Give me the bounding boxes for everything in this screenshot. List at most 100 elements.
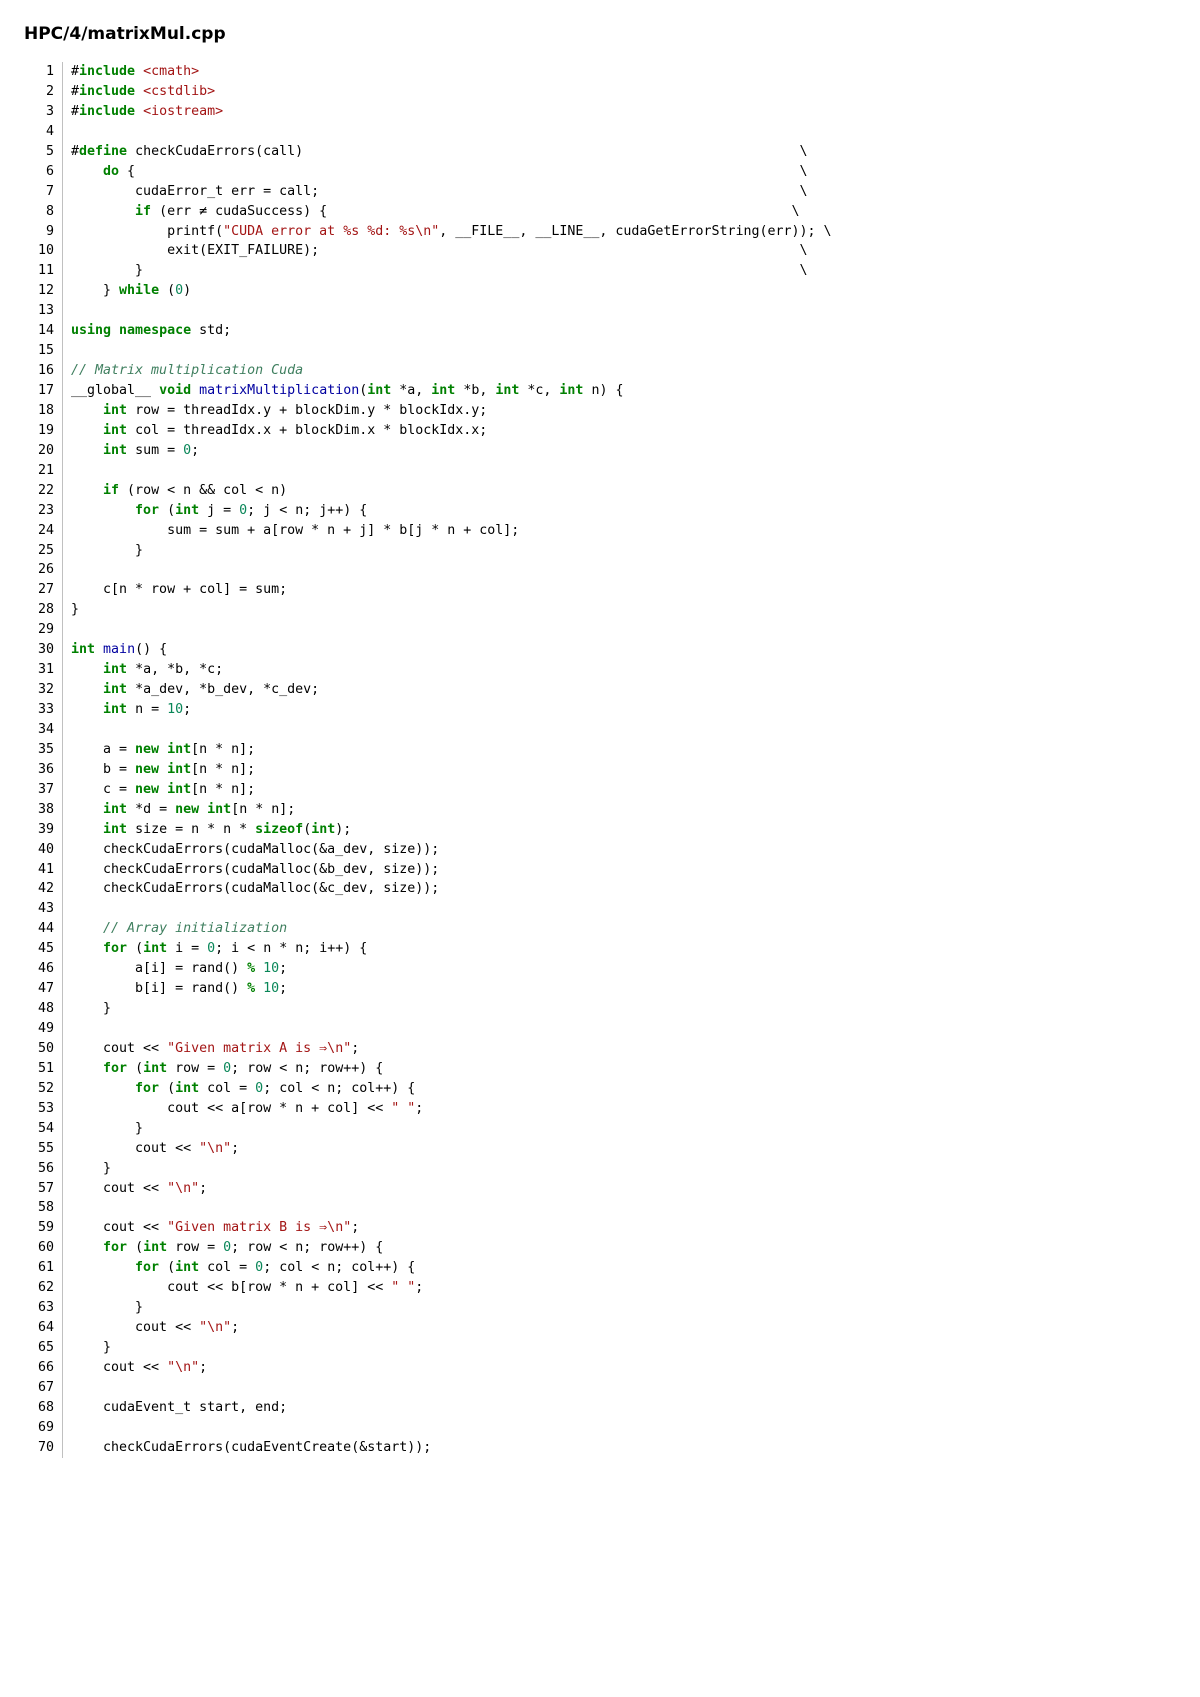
code-content: b[i] = rand() % 10;: [63, 979, 1177, 999]
code-content: }: [63, 999, 1177, 1019]
code-content: [63, 122, 1177, 142]
line-number: 28: [24, 600, 63, 620]
code-content: [63, 1418, 1177, 1438]
line-number: 38: [24, 800, 63, 820]
code-line: 23 for (int j = 0; j < n; j++) {: [24, 501, 1176, 521]
code-line: 19 int col = threadIdx.x + blockDim.x * …: [24, 421, 1176, 441]
code-line: 22 if (row < n && col < n): [24, 481, 1176, 501]
line-number: 20: [24, 441, 63, 461]
line-number: 54: [24, 1119, 63, 1139]
code-content: [63, 301, 1177, 321]
code-content: }: [63, 541, 1177, 561]
code-line: 60 for (int row = 0; row < n; row++) {: [24, 1238, 1176, 1258]
code-line: 8 if (err ≠ cudaSuccess) { \: [24, 202, 1176, 222]
code-line: 14using namespace std;: [24, 321, 1176, 341]
line-number: 14: [24, 321, 63, 341]
code-line: 7 cudaError_t err = call; \: [24, 182, 1176, 202]
code-content: a[i] = rand() % 10;: [63, 959, 1177, 979]
code-content: } \: [63, 261, 1177, 281]
code-content: for (int col = 0; col < n; col++) {: [63, 1258, 1177, 1278]
code-line: 1#include <cmath>: [24, 62, 1176, 82]
line-number: 27: [24, 580, 63, 600]
code-content: // Matrix multiplication Cuda: [63, 361, 1177, 381]
code-content: int size = n * n * sizeof(int);: [63, 820, 1177, 840]
line-number: 29: [24, 620, 63, 640]
line-number: 36: [24, 760, 63, 780]
code-line: 46 a[i] = rand() % 10;: [24, 959, 1176, 979]
code-content: cout << "Given matrix A is ⇒\n";: [63, 1039, 1177, 1059]
code-content: int *a_dev, *b_dev, *c_dev;: [63, 680, 1177, 700]
code-line: 63 }: [24, 1298, 1176, 1318]
code-content: }: [63, 1298, 1177, 1318]
line-number: 25: [24, 541, 63, 561]
code-content: [63, 1019, 1177, 1039]
line-number: 65: [24, 1338, 63, 1358]
code-line: 6 do { \: [24, 162, 1176, 182]
code-line: 28}: [24, 600, 1176, 620]
code-line: 36 b = new int[n * n];: [24, 760, 1176, 780]
code-line: 59 cout << "Given matrix B is ⇒\n";: [24, 1218, 1176, 1238]
line-number: 15: [24, 341, 63, 361]
code-content: [63, 1198, 1177, 1218]
code-content: c = new int[n * n];: [63, 780, 1177, 800]
code-line: 29: [24, 620, 1176, 640]
line-number: 26: [24, 560, 63, 580]
code-line: 38 int *d = new int[n * n];: [24, 800, 1176, 820]
code-line: 49: [24, 1019, 1176, 1039]
code-content: [63, 341, 1177, 361]
code-content: __global__ void matrixMultiplication(int…: [63, 381, 1177, 401]
code-content: int row = threadIdx.y + blockDim.y * blo…: [63, 401, 1177, 421]
line-number: 40: [24, 840, 63, 860]
code-content: for (int j = 0; j < n; j++) {: [63, 501, 1177, 521]
code-content: checkCudaErrors(cudaMalloc(&a_dev, size)…: [63, 840, 1177, 860]
line-number: 49: [24, 1019, 63, 1039]
code-line: 16// Matrix multiplication Cuda: [24, 361, 1176, 381]
code-content: [63, 899, 1177, 919]
code-line: 30int main() {: [24, 640, 1176, 660]
line-number: 5: [24, 142, 63, 162]
code-content: int *d = new int[n * n];: [63, 800, 1177, 820]
code-content: checkCudaErrors(cudaMalloc(&b_dev, size)…: [63, 860, 1177, 880]
line-number: 34: [24, 720, 63, 740]
line-number: 33: [24, 700, 63, 720]
code-content: a = new int[n * n];: [63, 740, 1177, 760]
code-line: 57 cout << "\n";: [24, 1179, 1176, 1199]
code-line: 35 a = new int[n * n];: [24, 740, 1176, 760]
code-line: 15: [24, 341, 1176, 361]
code-content: #include <cstdlib>: [63, 82, 1177, 102]
line-number: 55: [24, 1139, 63, 1159]
code-line: 52 for (int col = 0; col < n; col++) {: [24, 1079, 1176, 1099]
code-content: #include <cmath>: [63, 62, 1177, 82]
code-line: 50 cout << "Given matrix A is ⇒\n";: [24, 1039, 1176, 1059]
code-line: 40 checkCudaErrors(cudaMalloc(&a_dev, si…: [24, 840, 1176, 860]
line-number: 12: [24, 281, 63, 301]
line-number: 43: [24, 899, 63, 919]
line-number: 10: [24, 241, 63, 261]
line-number: 17: [24, 381, 63, 401]
code-line: 12 } while (0): [24, 281, 1176, 301]
line-number: 58: [24, 1198, 63, 1218]
line-number: 35: [24, 740, 63, 760]
line-number: 13: [24, 301, 63, 321]
line-number: 39: [24, 820, 63, 840]
code-content: [63, 461, 1177, 481]
code-content: cout << "\n";: [63, 1139, 1177, 1159]
code-line: 66 cout << "\n";: [24, 1358, 1176, 1378]
line-number: 24: [24, 521, 63, 541]
line-number: 60: [24, 1238, 63, 1258]
code-content: for (int row = 0; row < n; row++) {: [63, 1059, 1177, 1079]
line-number: 59: [24, 1218, 63, 1238]
code-line: 56 }: [24, 1159, 1176, 1179]
code-line: 13: [24, 301, 1176, 321]
code-line: 55 cout << "\n";: [24, 1139, 1176, 1159]
code-line: 26: [24, 560, 1176, 580]
code-line: 62 cout << b[row * n + col] << " ";: [24, 1278, 1176, 1298]
code-line: 51 for (int row = 0; row < n; row++) {: [24, 1059, 1176, 1079]
code-content: cudaError_t err = call; \: [63, 182, 1177, 202]
code-content: [63, 720, 1177, 740]
line-number: 18: [24, 401, 63, 421]
code-line: 41 checkCudaErrors(cudaMalloc(&b_dev, si…: [24, 860, 1176, 880]
code-line: 32 int *a_dev, *b_dev, *c_dev;: [24, 680, 1176, 700]
code-content: [63, 620, 1177, 640]
code-listing: 1#include <cmath>2#include <cstdlib>3#in…: [24, 62, 1176, 1458]
